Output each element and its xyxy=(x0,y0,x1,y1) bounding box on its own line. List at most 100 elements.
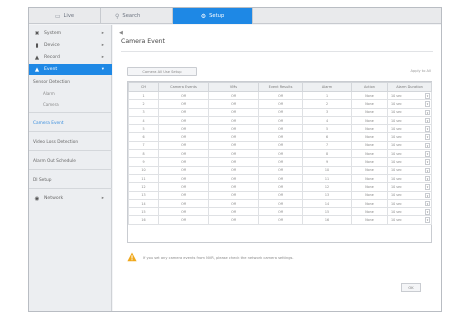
chevron-down-icon[interactable]: ▾ xyxy=(425,117,430,124)
table-cell[interactable]: None xyxy=(351,165,388,175)
table-cell[interactable]: Off xyxy=(208,90,259,101)
alarm-duration-select[interactable]: 10 sec ▾ xyxy=(387,182,432,192)
alarm-duration-select[interactable]: 10 sec ▾ xyxy=(387,107,432,117)
table-cell[interactable]: Off xyxy=(258,157,303,167)
table-cell[interactable]: 14 xyxy=(302,198,352,209)
sidebar-item-record[interactable]: ▲ Record ▸ xyxy=(29,52,112,63)
alarm-duration-select[interactable]: 10 sec ▾ xyxy=(387,99,432,109)
sidebar-item-device[interactable]: ▮ Device ▸ xyxy=(29,40,112,51)
chevron-down-icon[interactable]: ▾ xyxy=(425,184,430,190)
table-cell[interactable]: Off xyxy=(208,124,259,134)
table-cell[interactable]: Off xyxy=(158,198,209,209)
table-cell[interactable]: Off xyxy=(258,165,303,175)
chevron-down-icon[interactable]: ▾ xyxy=(425,217,430,223)
chevron-down-icon[interactable]: ▾ xyxy=(425,109,430,116)
chevron-down-icon[interactable]: ▾ xyxy=(425,175,430,182)
sidebar-item-system[interactable]: ✖ System ▸ xyxy=(29,28,112,39)
table-cell[interactable]: Off xyxy=(258,182,303,192)
sidebar-item-sensor-detection[interactable]: Sensor Detection xyxy=(29,77,112,88)
table-cell[interactable]: None xyxy=(351,99,388,109)
table-cell[interactable]: 7 xyxy=(302,140,352,151)
table-cell[interactable]: Off xyxy=(208,190,259,200)
table-cell[interactable]: Off xyxy=(158,132,209,142)
table-cell[interactable]: None xyxy=(351,207,388,217)
table-cell[interactable]: Off xyxy=(158,149,209,159)
table-cell[interactable]: None xyxy=(351,157,388,167)
table-cell[interactable]: Off xyxy=(158,157,209,167)
table-cell[interactable]: Off xyxy=(208,149,259,159)
table-cell[interactable]: None xyxy=(351,149,388,159)
table-cell[interactable]: None xyxy=(351,190,388,200)
chevron-down-icon[interactable]: ▾ xyxy=(425,159,430,165)
table-cell[interactable]: 15 xyxy=(302,207,352,217)
table-cell[interactable]: Off xyxy=(158,215,209,225)
table-cell[interactable]: 8 xyxy=(302,149,352,159)
chevron-down-icon[interactable]: ▾ xyxy=(425,93,430,99)
alarm-duration-select[interactable]: 10 sec ▾ xyxy=(387,140,432,151)
alarm-duration-select[interactable]: 10 sec ▾ xyxy=(387,157,432,167)
tab-live[interactable]: ▭ Live xyxy=(29,8,101,24)
table-cell[interactable]: Off xyxy=(258,198,303,209)
table-cell[interactable]: Off xyxy=(158,140,209,151)
alarm-duration-select[interactable]: 10 sec ▾ xyxy=(387,149,432,159)
sidebar-item-camera[interactable]: Camera xyxy=(29,99,112,110)
table-cell[interactable]: Off xyxy=(258,140,303,151)
sidebar-item-video-loss[interactable]: Video Loss Detection xyxy=(29,137,112,148)
alarm-duration-select[interactable]: 10 sec ▾ xyxy=(387,165,432,175)
table-cell[interactable]: Off xyxy=(208,99,259,109)
table-cell[interactable]: 10 xyxy=(302,165,352,175)
alarm-duration-select[interactable]: 10 sec ▾ xyxy=(387,190,432,200)
table-cell[interactable]: Off xyxy=(208,173,259,184)
table-cell[interactable]: Off xyxy=(158,115,209,126)
table-cell[interactable]: Off xyxy=(208,182,259,192)
table-cell[interactable]: Off xyxy=(158,190,209,200)
table-cell[interactable]: None xyxy=(351,115,388,126)
table-cell[interactable]: Off xyxy=(208,115,259,126)
chevron-down-icon[interactable]: ▾ xyxy=(425,192,430,199)
chevron-down-icon[interactable]: ▾ xyxy=(425,126,430,132)
tab-search[interactable]: ⚲ Search xyxy=(101,8,173,24)
sidebar-item-camera-event[interactable]: Camera Event xyxy=(29,118,112,129)
table-cell[interactable]: 9 xyxy=(302,157,352,167)
alarm-duration-select[interactable]: 10 sec ▾ xyxy=(387,173,432,184)
table-cell[interactable]: Off xyxy=(158,107,209,117)
chevron-down-icon[interactable]: ▾ xyxy=(425,142,430,149)
table-cell[interactable]: None xyxy=(351,182,388,192)
alarm-duration-select[interactable]: 10 sec ▾ xyxy=(387,124,432,134)
chevron-down-icon[interactable]: ▾ xyxy=(425,134,430,140)
table-cell[interactable]: 3 xyxy=(302,107,352,117)
ok-button[interactable]: OK xyxy=(401,283,421,292)
chevron-down-icon[interactable]: ▾ xyxy=(425,209,430,215)
table-cell[interactable]: 4 xyxy=(302,115,352,126)
table-cell[interactable]: None xyxy=(351,198,388,209)
table-cell[interactable]: None xyxy=(351,215,388,225)
table-cell[interactable]: Off xyxy=(258,173,303,184)
chevron-down-icon[interactable]: ▾ xyxy=(425,101,430,107)
alarm-duration-select[interactable]: 10 sec ▾ xyxy=(387,198,432,209)
table-cell[interactable]: Off xyxy=(158,90,209,101)
table-cell[interactable]: Off xyxy=(208,207,259,217)
table-cell[interactable]: Off xyxy=(258,90,303,101)
table-cell[interactable]: Off xyxy=(208,107,259,117)
sidebar-item-network[interactable]: ◉ Network ▸ xyxy=(29,193,112,204)
table-cell[interactable]: Off xyxy=(258,215,303,225)
table-cell[interactable]: None xyxy=(351,140,388,151)
table-cell[interactable]: Off xyxy=(258,190,303,200)
table-cell[interactable]: Off xyxy=(258,132,303,142)
table-cell[interactable]: Off xyxy=(258,99,303,109)
alarm-duration-select[interactable]: 10 sec ▾ xyxy=(387,115,432,126)
table-cell[interactable]: Off xyxy=(158,99,209,109)
table-cell[interactable]: 5 xyxy=(302,124,352,134)
chevron-down-icon[interactable]: ▾ xyxy=(425,151,430,157)
table-cell[interactable]: Off xyxy=(158,207,209,217)
table-cell[interactable]: Off xyxy=(208,132,259,142)
table-cell[interactable]: Off xyxy=(208,198,259,209)
alarm-duration-select[interactable]: 10 sec ▾ xyxy=(387,132,432,142)
alarm-duration-select[interactable]: 10 sec ▾ xyxy=(387,207,432,217)
chevron-down-icon[interactable]: ▾ xyxy=(425,167,430,174)
table-cell[interactable]: 13 xyxy=(302,190,352,200)
sidebar-item-di-setup[interactable]: DI Setup xyxy=(29,175,112,186)
chevron-down-icon[interactable]: ▾ xyxy=(425,200,430,207)
sidebar-item-alarm-out[interactable]: Alarm Out Schedule xyxy=(29,156,112,167)
table-cell[interactable]: 1 xyxy=(302,90,352,101)
